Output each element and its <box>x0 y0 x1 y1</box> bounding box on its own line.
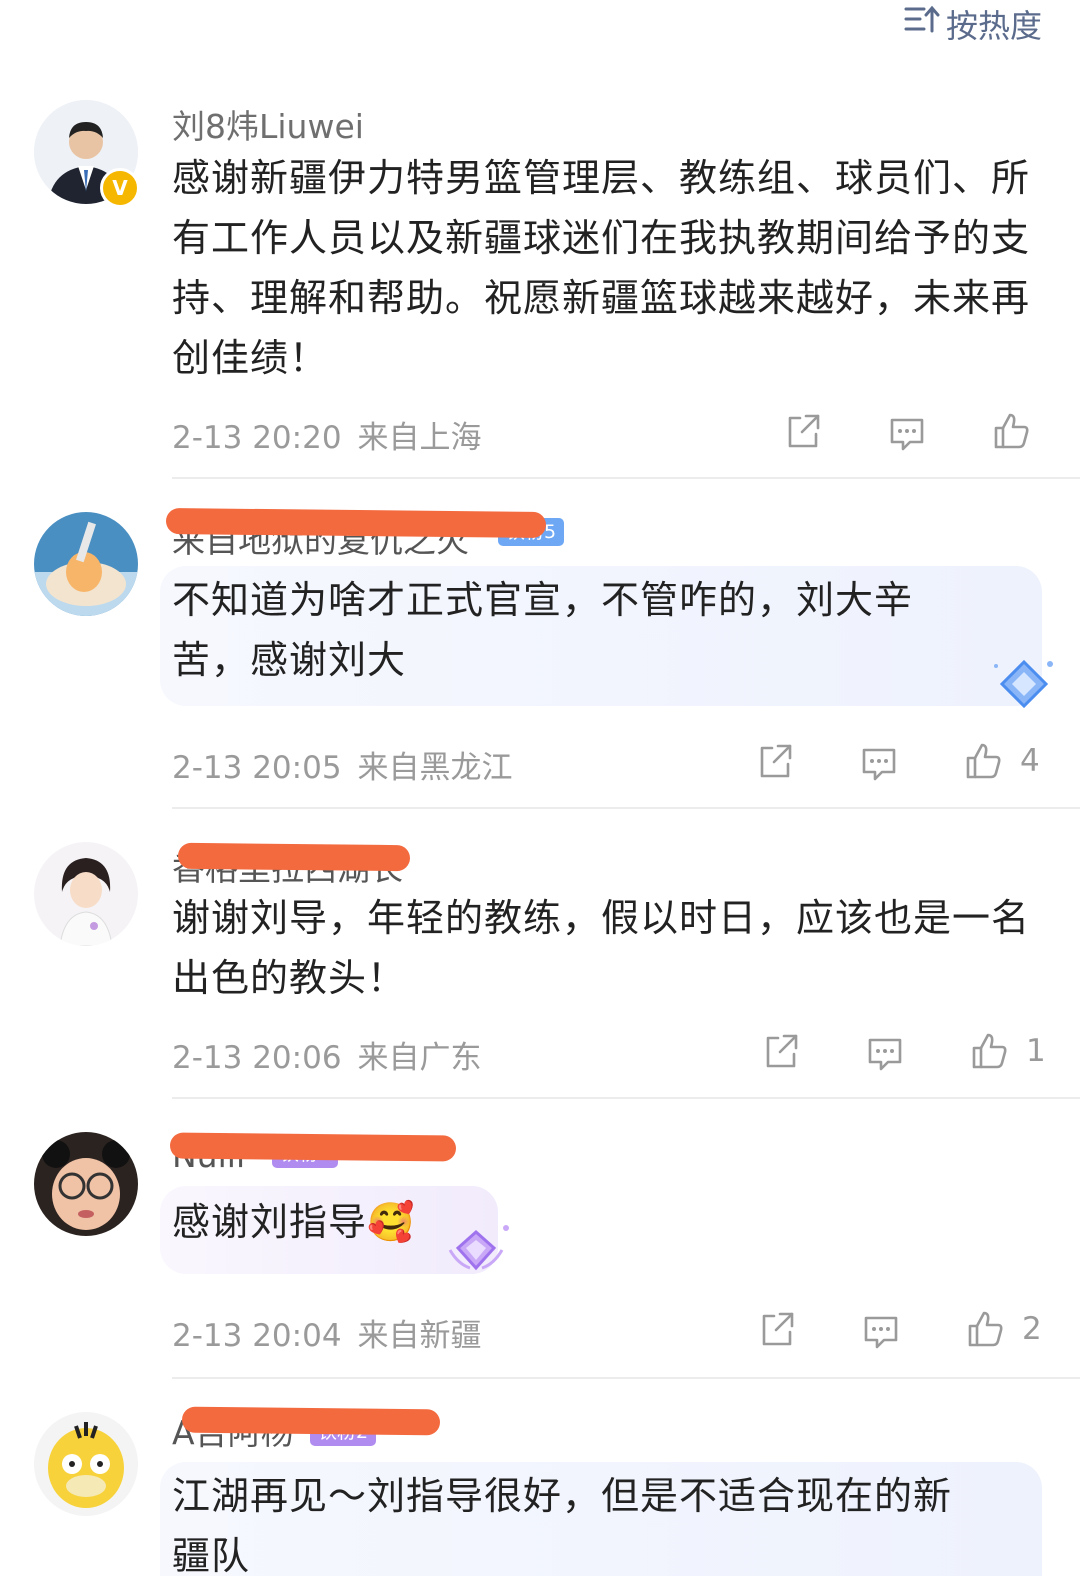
like-count: 4 <box>1020 743 1040 779</box>
comment-time: 2-13 20:04 <box>172 1318 342 1354</box>
comment-icon <box>858 742 900 784</box>
reply-button[interactable] <box>886 412 928 454</box>
comment-text: 不知道为啥才正式官宣，不管咋的，刘大辛苦，感谢刘大 <box>172 578 914 682</box>
comment-time: 2-13 20:20 <box>172 420 342 456</box>
divider <box>172 477 1080 479</box>
comment-meta: 2-13 20:04 来自新疆 <box>172 1310 482 1355</box>
comment-location: 来自上海 <box>357 420 482 456</box>
comment-location: 来自黑龙江 <box>357 750 513 786</box>
verified-badge-icon: V <box>100 168 140 208</box>
comment-icon <box>860 1310 902 1352</box>
comment-item: V 刘8炜Liuwei 感谢新疆伊力特男篮管理层、教练组、球员们、所有工作人员以… <box>0 0 1080 480</box>
redaction-mark <box>177 842 411 872</box>
reply-button[interactable] <box>864 1032 906 1074</box>
reply-button[interactable] <box>860 1310 902 1352</box>
like-button[interactable] <box>990 410 1048 452</box>
comment-time: 2-13 20:06 <box>172 1040 342 1076</box>
comment-icon <box>864 1032 906 1074</box>
comment-item: 来自地狱的复仇之火 铁粉5 不知道为啥才正式官宣，不管咋的，刘大辛苦，感谢刘大 … <box>0 480 1080 810</box>
share-button[interactable] <box>760 1030 802 1072</box>
divider <box>172 807 1080 809</box>
avatar[interactable] <box>34 1132 138 1236</box>
like-button[interactable]: 4 <box>962 740 1040 782</box>
avatar[interactable] <box>34 842 138 946</box>
comment-meta: 2-13 20:20 来自上海 <box>172 412 482 457</box>
redaction-mark <box>181 1406 441 1436</box>
avatar[interactable] <box>34 512 138 616</box>
share-icon <box>782 410 824 452</box>
like-button[interactable]: 1 <box>968 1030 1046 1072</box>
comment-text: 感谢新疆伊力特男篮管理层、教练组、球员们、所有工作人员以及新疆球迷们在我执教期间… <box>172 156 1031 380</box>
like-count: 2 <box>1022 1311 1042 1347</box>
comment-text: 江湖再见～刘指导很好，但是不适合现在的新疆队 <box>172 1474 953 1576</box>
comment-item: A吉阿杨 铁粉2 江湖再见～刘指导很好，但是不适合现在的新疆队 <box>0 1380 1080 1576</box>
divider <box>172 1377 1080 1379</box>
comment-item: Nulll 铁粉2 感谢刘指导🥰 2-13 20:04来自新疆 2 <box>0 1100 1080 1380</box>
share-button[interactable] <box>756 1308 798 1350</box>
comment-location: 来自新疆 <box>357 1318 482 1354</box>
share-icon <box>754 740 796 782</box>
reply-button[interactable] <box>858 742 900 784</box>
thumbs-up-icon <box>968 1030 1010 1072</box>
comment-item: 香格里拉西湖长 谢谢刘导，年轻的教练，假以时日，应该也是一名出色的教头！ 2-1… <box>0 810 1080 1100</box>
avatar[interactable] <box>34 1412 138 1516</box>
divider <box>172 1097 1080 1099</box>
diamond-decoration-icon <box>990 656 1058 716</box>
redaction-mark <box>169 1132 457 1162</box>
share-button[interactable] <box>782 410 824 452</box>
comment-icon <box>886 412 928 454</box>
thumbs-up-icon <box>962 740 1004 782</box>
thumbs-up-icon <box>964 1308 1006 1350</box>
like-count: 1 <box>1026 1033 1046 1069</box>
comment-text: 谢谢刘导，年轻的教练，假以时日，应该也是一名出色的教头！ <box>172 896 1031 1000</box>
comment-username[interactable]: 刘8炜Liuwei <box>172 100 364 148</box>
share-icon <box>756 1308 798 1350</box>
comment-meta: 2-13 20:05 来自黑龙江 <box>172 742 513 787</box>
comment-time: 2-13 20:05 <box>172 750 342 786</box>
comment-location: 来自广东 <box>357 1040 482 1076</box>
comment-meta: 2-13 20:06 来自广东 <box>172 1032 482 1077</box>
redaction-mark <box>165 508 547 538</box>
share-icon <box>760 1030 802 1072</box>
share-button[interactable] <box>754 740 796 782</box>
like-button[interactable]: 2 <box>964 1308 1042 1350</box>
comment-text: 感谢刘指导🥰 <box>172 1200 416 1244</box>
thumbs-up-icon <box>990 410 1032 452</box>
